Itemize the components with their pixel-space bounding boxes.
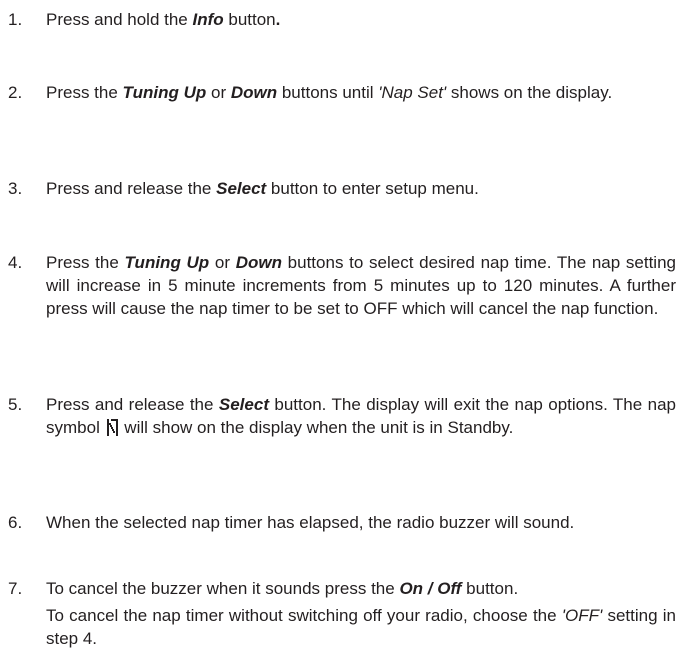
step-text: Press and release the Select button to e… [46,177,676,200]
step-number: 3. [8,179,23,198]
text-run: Press and hold the [46,10,193,29]
text-run: Press the [46,83,123,102]
text-run: Press and release the [46,395,219,414]
step-text: Press and hold the Info button. [46,8,676,31]
text-run: will show on the display when the unit i… [119,418,514,437]
text-run: To cancel the buzzer when it sounds pres… [46,579,400,598]
text-run: or [206,83,231,102]
button-name: Tuning Up [122,83,207,102]
text-run: or [209,253,236,272]
text-run: Press the [46,253,125,272]
step-text: Press the Tuning Up or Down buttons to s… [46,251,676,320]
text-run: button. [461,579,519,598]
text-run: buttons until [277,83,379,102]
step-number: 2. [8,83,23,102]
display-text: 'Nap Set' [378,83,447,102]
button-name: Select [218,395,269,414]
text-run: When the selected nap timer has elapsed,… [46,513,575,532]
step-number: 7. [8,579,23,598]
step-number: 6. [8,513,23,532]
step-text: To cancel the buzzer when it sounds pres… [46,577,676,600]
step-text: Press and release the Select button. The… [46,393,676,439]
step-text: When the selected nap timer has elapsed,… [46,511,676,534]
step-number: 5. [8,395,23,414]
text-run: Press and release the [46,179,217,198]
button-name: Select [216,179,267,198]
text-run: button [223,10,276,29]
button-name: On / Off [399,579,462,598]
step-text: Press the Tuning Up or Down buttons unti… [46,81,676,104]
nap-timer-icon [106,419,118,436]
text-run: button to enter setup menu. [266,179,479,198]
text-run: . [275,10,281,29]
text-run: shows on the display. [446,83,613,102]
button-name: Down [235,253,282,272]
button-name: Down [230,83,278,102]
display-text: 'OFF' [561,606,603,625]
button-name: Tuning Up [124,253,210,272]
step-number: 1. [8,10,23,29]
text-run: To cancel the nap timer without switchin… [46,606,562,625]
step-number: 4. [8,253,23,272]
button-name: Info [192,10,224,29]
step-7-note: To cancel the nap timer without switchin… [46,604,676,650]
